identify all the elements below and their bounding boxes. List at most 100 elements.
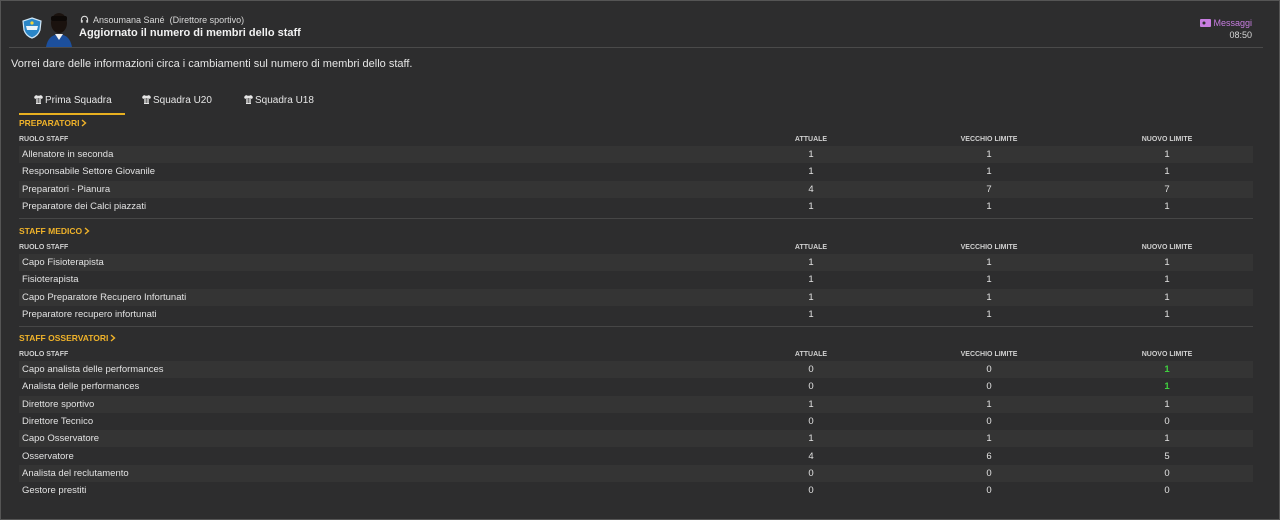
section-divider [19, 218, 1253, 220]
old-limit: 0 [986, 415, 992, 427]
table-row[interactable]: Capo Fisioterapista 1 1 1 [19, 254, 1253, 271]
staff-role-name: Osservatore [22, 450, 74, 462]
column-header-new-limit: NUOVO LIMITE [1141, 136, 1193, 143]
tab-squadra-u18[interactable]: Squadra U18 [243, 89, 314, 115]
new-limit: 1 [1164, 381, 1170, 393]
message-panel: Ansoumana Sané (Direttore sportivo) Aggi… [0, 0, 1280, 520]
staff-role-name: Preparatori - Pianura [22, 183, 111, 195]
new-limit: 1 [1164, 364, 1170, 375]
message-time: 08:50 [1229, 30, 1252, 40]
old-limit: 1 [986, 166, 992, 178]
table-row[interactable]: Fisioterapista 1 1 1 [19, 271, 1253, 288]
sender-name[interactable]: Ansoumana Sané [93, 15, 165, 25]
staff-role-name: Preparatore recupero infortunati [22, 308, 157, 320]
new-limit: 1 [1164, 308, 1170, 320]
message-category-label: Messaggi [1213, 18, 1252, 28]
staff-role-name: Responsabile Settore Giovanile [22, 166, 156, 178]
current-count: 4 [808, 183, 814, 195]
current-count: 0 [808, 485, 814, 497]
table-row[interactable]: Preparatore dei Calci piazzati 1 1 1 [19, 198, 1253, 215]
old-limit: 1 [986, 308, 992, 320]
table-row[interactable]: Capo Osservatore 1 1 1 [19, 430, 1253, 448]
current-count: 0 [808, 381, 814, 393]
staff-role-name: Gestore prestiti [22, 485, 87, 497]
staff-role-name: Analista delle performances [22, 381, 140, 393]
column-header-current: ATTUALE [794, 136, 828, 143]
message-intro: Vorrei dare delle informazioni circa i c… [11, 58, 413, 70]
table-row[interactable]: Direttore sportivo 1 1 1 [19, 395, 1253, 413]
table-row[interactable]: Capo Preparatore Recupero Infortunati 1 1 1 [19, 288, 1253, 306]
staff-role-name: Preparatore dei Calci piazzati [22, 200, 147, 212]
section-title[interactable]: STAFF OSSERVATORI [19, 333, 116, 343]
old-limit: 1 [986, 274, 992, 286]
tab-label: Squadra U18 [255, 95, 314, 106]
table-row[interactable]: Osservatore 4 6 5 [19, 448, 1253, 465]
new-limit: 1 [1164, 274, 1170, 286]
table-row[interactable]: Analista del reclutamento 0 0 0 [19, 464, 1253, 482]
current-count: 1 [808, 166, 814, 178]
table-row[interactable]: Gestore prestiti 0 0 0 [19, 482, 1253, 499]
current-count: 1 [808, 200, 814, 212]
staff-role-name: Fisioterapista [22, 274, 79, 286]
old-limit: 1 [986, 200, 992, 212]
message-tag-icon [1200, 19, 1212, 27]
new-limit: 1 [1164, 257, 1170, 268]
current-count: 1 [808, 433, 814, 445]
chevron-right-icon [81, 119, 88, 127]
message-category[interactable]: Messaggi [1200, 18, 1252, 28]
tab-label: Squadra U20 [153, 95, 212, 106]
column-header-role: RUOLO STAFF [19, 244, 69, 251]
staff-role-name: Analista del reclutamento [22, 467, 129, 479]
table-row[interactable]: Responsabile Settore Giovanile 1 1 1 [19, 163, 1253, 180]
new-limit: 0 [1164, 485, 1170, 497]
new-limit: 1 [1164, 398, 1170, 410]
shirt-icon [34, 95, 43, 104]
new-limit: 0 [1164, 415, 1170, 427]
column-header-role: RUOLO STAFF [19, 136, 69, 143]
table-row[interactable]: Direttore Tecnico 0 0 0 [19, 413, 1253, 430]
sender-role: (Direttore sportivo) [169, 15, 245, 25]
current-count: 0 [808, 467, 814, 479]
column-header-old-limit: VECCHIO LIMITE [960, 244, 1018, 251]
tab-squadra-u20[interactable]: Squadra U20 [141, 89, 212, 115]
staff-role-name: Capo Preparatore Recupero Infortunati [22, 291, 187, 303]
staff-role-name: Direttore Tecnico [22, 415, 94, 427]
tab-label: Prima Squadra [45, 95, 112, 106]
current-count: 1 [808, 149, 814, 160]
column-header-old-limit: VECCHIO LIMITE [960, 136, 1018, 143]
table-row[interactable]: Capo analista delle performances 0 0 1 [19, 361, 1253, 378]
old-limit: 0 [986, 467, 992, 479]
current-count: 1 [808, 398, 814, 410]
staff-role-name: Capo Osservatore [22, 433, 100, 445]
header-divider [9, 47, 1263, 48]
current-count: 1 [808, 308, 814, 320]
table-row[interactable]: Analista delle performances 0 0 1 [19, 378, 1253, 395]
club-crest-icon [22, 17, 42, 39]
tab-prima-squadra[interactable]: Prima Squadra [19, 89, 125, 115]
staff-role-name: Direttore sportivo [22, 398, 95, 410]
column-header-new-limit: NUOVO LIMITE [1141, 351, 1193, 358]
staff-role-name: Allenatore in seconda [22, 149, 114, 160]
table-row[interactable]: Preparatore recupero infortunati 1 1 1 [19, 306, 1253, 323]
new-limit: 5 [1164, 450, 1170, 462]
current-count: 1 [808, 257, 814, 268]
old-limit: 7 [986, 183, 992, 195]
message-subject: Aggiornato il numero di membri dello sta… [79, 27, 301, 39]
shirt-icon [142, 95, 151, 104]
column-header-old-limit: VECCHIO LIMITE [960, 351, 1018, 358]
section-divider [19, 326, 1253, 328]
old-limit: 1 [986, 291, 992, 303]
old-limit: 1 [986, 433, 992, 445]
section-title[interactable]: STAFF MEDICO [19, 226, 90, 236]
sender-line: Ansoumana Sané (Direttore sportivo) [80, 15, 244, 25]
sender-avatar[interactable] [44, 11, 74, 47]
staff-role-name: Capo analista delle performances [22, 364, 164, 375]
chevron-right-icon [110, 334, 116, 342]
message-header: Ansoumana Sané (Direttore sportivo) Aggi… [1, 1, 1279, 47]
new-limit: 1 [1164, 149, 1170, 160]
table-row[interactable]: Allenatore in seconda 1 1 1 [19, 146, 1253, 163]
table-row[interactable]: Preparatori - Pianura 4 7 7 [19, 180, 1253, 198]
column-header-new-limit: NUOVO LIMITE [1141, 244, 1193, 251]
section-title[interactable]: PREPARATORI [19, 118, 88, 128]
current-count: 4 [808, 450, 814, 462]
